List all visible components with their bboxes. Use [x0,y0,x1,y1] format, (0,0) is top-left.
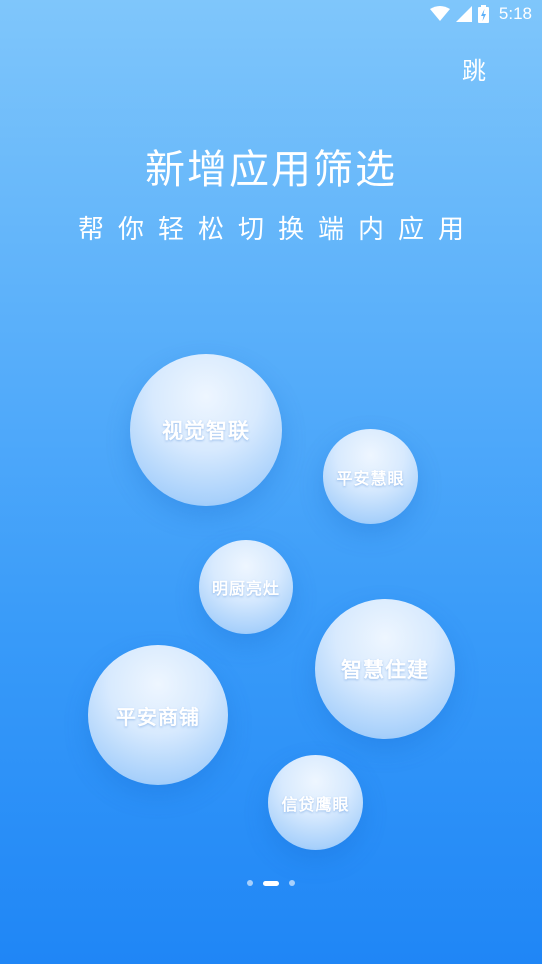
app-bubble-label: 明厨亮灶 [211,579,280,598]
app-bubble-label: 信贷鹰眼 [281,794,350,814]
app-bubble-label: 平安商铺 [116,704,200,729]
page-dot-active [263,880,279,886]
app-bubble-label: 视觉智联 [162,419,250,443]
app-bubble-label: 智慧住建 [341,658,429,682]
page-title: 新增应用筛选 [145,147,397,193]
app-bubble-label: 平安慧眼 [336,468,405,488]
app-bubble[interactable]: 视觉智联 [130,354,282,506]
page-dot [247,880,253,886]
skip-button[interactable]: 跳 [462,56,486,86]
app-bubble[interactable]: 智慧住建 [315,599,455,739]
status-bar: 5:18 [0,0,542,28]
app-bubble[interactable]: 信贷鹰眼 [268,755,363,850]
app-bubble[interactable]: 平安商铺 [88,645,228,785]
status-time: 5:18 [498,4,532,23]
app-bubble[interactable]: 平安慧眼 [323,429,418,524]
wifi-icon [429,6,450,21]
onboarding-screen: 5:18 跳 新增应用筛选 帮你轻松切换端内应用 视觉智联 平安慧眼 明厨亮灶 … [0,0,542,964]
battery-charging-icon [477,5,489,23]
cell-signal-icon [455,6,472,22]
status-icons: 5:18 [429,4,532,24]
page-subtitle: 帮你轻松切换端内应用 [77,215,478,245]
page-indicator [0,880,542,886]
app-bubble[interactable]: 明厨亮灶 [199,540,293,634]
page-dot [289,880,295,886]
